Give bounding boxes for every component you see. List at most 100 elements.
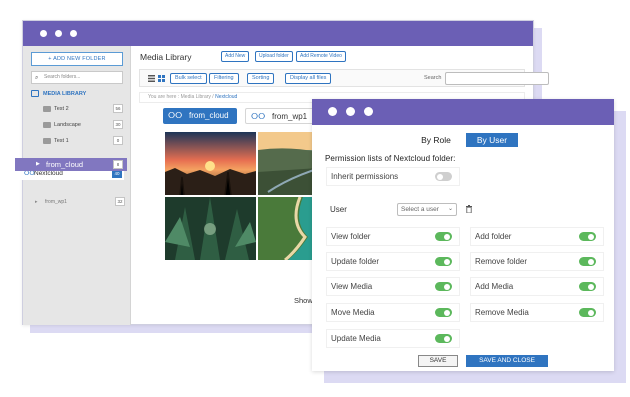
chevron-down-icon: ⌄ <box>447 206 453 212</box>
perm-update-media: Update Media <box>326 329 460 348</box>
save-and-close-button[interactable]: SAVE AND CLOSE <box>466 355 548 367</box>
folder-icon <box>43 106 51 112</box>
display-all-files-button[interactable]: Display all files <box>285 73 332 84</box>
breadcrumb-prefix: You are here : Media Library / <box>148 94 216 100</box>
grid-view-icon[interactable] <box>158 75 165 82</box>
folder-count: 56 <box>113 104 123 113</box>
from-wp1-folder[interactable]: ▸ from_wp1 32 <box>35 197 125 207</box>
folder-item[interactable]: Test 2 56 <box>43 104 123 114</box>
perm-label: Update folder <box>331 257 380 266</box>
library-toolbar: Bulk select Filtering Sorting Display al… <box>139 69 549 87</box>
permission-dialog: By Role By User Permission lists of Next… <box>312 99 614 371</box>
folder-name: Landscape <box>54 122 81 128</box>
inherit-permissions-label: Inherit permissions <box>331 172 399 181</box>
perm-toggle[interactable] <box>579 232 596 241</box>
folder-item[interactable]: Landscape 30 <box>43 120 123 130</box>
from-wp1-count: 32 <box>115 197 125 206</box>
media-thumbnail[interactable] <box>165 132 256 195</box>
perm-remove-folder: Remove folder <box>470 252 604 271</box>
window-titlebar <box>23 21 533 46</box>
media-library-label: MEDIA LIBRARY <box>43 91 87 97</box>
nextcloud-icon: ⵔⵔ <box>251 112 266 121</box>
perm-add-folder: Add folder <box>470 227 604 246</box>
stage: + ADD NEW FOLDER ⌕ Search folders... MED… <box>0 0 630 397</box>
from-wp1-label: from_wp1 <box>45 199 67 205</box>
tab-by-role[interactable]: By Role <box>410 133 462 147</box>
folder-count: 0 <box>113 136 123 145</box>
search-icon: ⌕ <box>35 75 39 81</box>
window-dot <box>70 30 77 37</box>
filtering-button[interactable]: Filtering <box>209 73 239 84</box>
dialog-titlebar <box>312 99 614 125</box>
perm-toggle[interactable] <box>435 282 452 291</box>
perm-label: Remove folder <box>475 257 528 266</box>
window-dot <box>328 107 337 116</box>
page-title: Media Library <box>140 52 192 62</box>
user-select-value: Select a user <box>401 206 439 213</box>
media-library-icon <box>31 90 39 97</box>
perm-label: View folder <box>331 232 371 241</box>
perm-toggle[interactable] <box>435 334 452 343</box>
perm-label: View Media <box>331 282 373 291</box>
folder-icon <box>43 138 51 144</box>
save-button[interactable]: SAVE <box>418 355 458 367</box>
from-cloud-count: 8 <box>113 160 123 169</box>
inherit-permissions-toggle[interactable] <box>435 172 452 181</box>
folder-name: Test 2 <box>54 106 69 112</box>
breadcrumb-current[interactable]: Nextcloud <box>215 94 237 100</box>
add-remote-video-button[interactable]: Add Remote Video <box>296 51 346 62</box>
perm-view-folder: View folder <box>326 227 460 246</box>
perm-toggle[interactable] <box>435 232 452 241</box>
tab-from-cloud[interactable]: ⵔⵔ from_cloud <box>163 108 237 124</box>
perm-label: Add Media <box>475 282 514 291</box>
perm-toggle[interactable] <box>579 282 596 291</box>
search-folders-placeholder: Search folders... <box>44 74 81 80</box>
add-new-button[interactable]: Add New <box>221 51 250 62</box>
perm-view-media: View Media <box>326 277 460 296</box>
trash-icon[interactable] <box>466 205 472 213</box>
perm-add-media: Add Media <box>470 277 604 296</box>
search-input[interactable] <box>445 72 549 85</box>
folder-item[interactable]: Test 1 0 <box>43 136 123 146</box>
tab-label: from_cloud <box>189 111 229 120</box>
sorting-button[interactable]: Sorting <box>247 73 275 84</box>
perm-toggle[interactable] <box>435 308 452 317</box>
window-dot <box>40 30 47 37</box>
search-label: Search <box>424 75 442 81</box>
media-thumbnail[interactable] <box>165 197 256 260</box>
folder-count: 30 <box>113 120 123 129</box>
search-folders-input[interactable]: ⌕ Search folders... <box>31 71 123 84</box>
perm-label: Add folder <box>475 232 512 241</box>
perm-label: Update Media <box>331 334 381 343</box>
perm-update-folder: Update folder <box>326 252 460 271</box>
window-dot <box>55 30 62 37</box>
tab-from-wp1[interactable]: ⵔⵔ from_wp1 <box>245 108 319 124</box>
user-select[interactable]: Select a user ⌄ <box>397 203 457 216</box>
permission-title: Permission lists of Nextcloud folder: <box>325 154 456 163</box>
perm-label: Move Media <box>331 308 375 317</box>
window-dot <box>364 107 373 116</box>
add-new-folder-button[interactable]: + ADD NEW FOLDER <box>31 52 123 66</box>
from-cloud-label: from_cloud <box>46 160 84 169</box>
folder-name: Test 1 <box>54 138 69 144</box>
perm-remove-media: Remove Media <box>470 303 604 322</box>
nextcloud-label: Nextcloud <box>34 170 63 177</box>
expand-arrow-icon[interactable]: ▶ <box>36 158 40 171</box>
perm-move-media: Move Media <box>326 303 460 322</box>
perm-label: Remove Media <box>475 308 529 317</box>
folder-sidebar: + ADD NEW FOLDER ⌕ Search folders... MED… <box>14 46 131 325</box>
list-view-icon[interactable] <box>148 75 155 82</box>
from-cloud-folder-selected[interactable]: ▶ from_cloud 8 <box>15 158 127 171</box>
inherit-permissions-row: Inherit permissions <box>326 167 460 186</box>
perm-toggle[interactable] <box>435 257 452 266</box>
upload-folder-button[interactable]: Upload folder <box>255 51 293 62</box>
bulk-select-button[interactable]: Bulk select <box>170 73 207 84</box>
media-library-root[interactable]: MEDIA LIBRARY <box>31 89 86 99</box>
tab-by-user[interactable]: By User <box>466 133 518 147</box>
perm-toggle[interactable] <box>579 308 596 317</box>
perm-toggle[interactable] <box>579 257 596 266</box>
nextcloud-icon: ▸ <box>35 199 38 205</box>
user-label: User <box>330 205 347 214</box>
window-dot <box>346 107 355 116</box>
folder-icon <box>43 122 51 128</box>
